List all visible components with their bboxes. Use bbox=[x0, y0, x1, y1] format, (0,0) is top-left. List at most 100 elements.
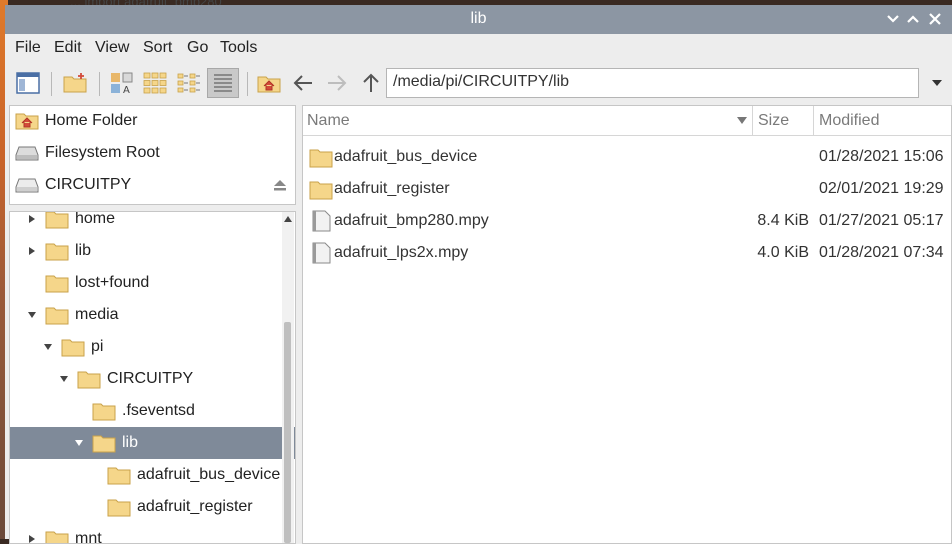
file-row[interactable]: adafruit_bmp280.mpy 8.4 KiB 01/27/2021 0… bbox=[303, 205, 951, 237]
compact-view-button[interactable] bbox=[173, 68, 205, 98]
home-folder-icon bbox=[15, 111, 39, 131]
tree-item-lib[interactable]: lib bbox=[10, 235, 295, 267]
folder-icon bbox=[45, 212, 69, 229]
tree-item-media[interactable]: media bbox=[10, 299, 295, 331]
maximize-button[interactable] bbox=[903, 9, 923, 29]
menu-go[interactable]: Go bbox=[187, 39, 208, 57]
sidebar-toggle-button[interactable] bbox=[12, 68, 44, 98]
tree-item-label: adafruit_register bbox=[137, 498, 253, 515]
tree-item-label: lost+found bbox=[75, 274, 150, 291]
window-title: lib bbox=[470, 10, 487, 27]
tree-item-home[interactable]: home bbox=[10, 212, 295, 235]
close-icon bbox=[929, 13, 941, 25]
expander-collapsed-icon[interactable] bbox=[25, 532, 39, 543]
thumbnail-view-button[interactable] bbox=[139, 68, 171, 98]
column-divider[interactable] bbox=[813, 106, 814, 135]
places-panel: Home Folder Filesystem Root CIRCUITPY bbox=[9, 105, 296, 205]
file-row[interactable]: adafruit_bus_device 01/28/2021 15:06 bbox=[303, 141, 951, 173]
tree-item-label: mnt bbox=[75, 530, 102, 544]
path-input[interactable] bbox=[387, 69, 913, 95]
eject-icon[interactable] bbox=[273, 178, 287, 197]
expander-expanded-icon[interactable] bbox=[72, 436, 86, 450]
tree-item-adafruit-register[interactable]: adafruit_register bbox=[10, 491, 295, 523]
forward-button[interactable] bbox=[321, 68, 353, 98]
new-folder-button[interactable] bbox=[59, 68, 91, 98]
expander-collapsed-icon[interactable] bbox=[25, 244, 39, 258]
path-bar[interactable] bbox=[386, 68, 919, 98]
file-row[interactable]: adafruit_lps2x.mpy 4.0 KiB 01/28/2021 07… bbox=[303, 237, 951, 269]
tree-item-fseventsd[interactable]: .fseventsd bbox=[10, 395, 295, 427]
menu-file[interactable]: File bbox=[15, 39, 41, 57]
path-history-dropdown[interactable] bbox=[921, 68, 952, 98]
expander-expanded-icon[interactable] bbox=[25, 308, 39, 322]
menu-tools[interactable]: Tools bbox=[220, 39, 257, 57]
title-bar[interactable]: lib bbox=[5, 5, 952, 34]
file-manager-window: lib File Edit View Sort Go Tools A /medi… bbox=[5, 5, 952, 544]
folder-icon bbox=[45, 243, 69, 261]
icon-view-button[interactable]: A bbox=[106, 68, 138, 98]
column-modified[interactable]: Modified bbox=[819, 112, 879, 130]
chevron-down-icon bbox=[887, 15, 899, 23]
file-modified: 01/27/2021 05:17 bbox=[819, 212, 944, 229]
column-size[interactable]: Size bbox=[758, 112, 789, 130]
place-home-folder[interactable]: Home Folder bbox=[10, 106, 295, 136]
svg-text:A: A bbox=[123, 85, 130, 95]
folder-icon bbox=[309, 149, 333, 168]
menu-view[interactable]: View bbox=[95, 39, 129, 57]
folder-icon bbox=[92, 435, 116, 453]
menu-sort[interactable]: Sort bbox=[143, 39, 172, 57]
folder-icon bbox=[45, 275, 69, 293]
close-button[interactable] bbox=[925, 9, 945, 29]
file-icon bbox=[312, 242, 331, 264]
home-button[interactable] bbox=[253, 68, 285, 98]
toolbar: A bbox=[5, 62, 952, 104]
tree-item-adafruit-bus-device[interactable]: adafruit_bus_device bbox=[10, 459, 295, 491]
menu-bar: File Edit View Sort Go Tools bbox=[5, 34, 952, 62]
sort-descending-icon[interactable] bbox=[737, 117, 747, 124]
column-divider[interactable] bbox=[752, 106, 753, 135]
tree-item-circuitpy[interactable]: CIRCUITPY bbox=[10, 363, 295, 395]
folder-icon bbox=[45, 307, 69, 325]
back-arrow-icon bbox=[293, 75, 312, 91]
expander-expanded-icon[interactable] bbox=[57, 372, 71, 386]
tree-item-mnt[interactable]: mnt bbox=[10, 523, 295, 544]
icon-view-icon: A bbox=[111, 72, 133, 95]
tree-item-label: media bbox=[75, 306, 119, 323]
tree-scrollbar-thumb[interactable] bbox=[284, 322, 291, 543]
chevron-up-icon bbox=[907, 15, 919, 23]
place-circuitpy[interactable]: CIRCUITPY bbox=[10, 170, 295, 200]
file-list: Name Size Modified adafruit_bus_device 0… bbox=[302, 105, 952, 544]
file-size: 4.0 KiB bbox=[757, 244, 809, 261]
list-view-button[interactable] bbox=[207, 68, 239, 98]
expander-expanded-icon[interactable] bbox=[41, 340, 55, 354]
tree-scrollbar[interactable] bbox=[282, 212, 294, 543]
file-row[interactable]: adafruit_register 02/01/2021 19:29 bbox=[303, 173, 951, 205]
tree-item-lib-selected[interactable]: lib bbox=[10, 427, 295, 459]
file-size: 8.4 KiB bbox=[757, 212, 809, 229]
column-name[interactable]: Name bbox=[307, 112, 350, 130]
thumbnail-view-icon bbox=[143, 72, 167, 94]
tree-item-pi[interactable]: pi bbox=[10, 331, 295, 363]
up-button[interactable] bbox=[355, 68, 387, 98]
forward-arrow-icon bbox=[328, 75, 347, 91]
file-modified: 01/28/2021 15:06 bbox=[819, 148, 944, 165]
file-name: adafruit_bus_device bbox=[334, 148, 478, 165]
folder-icon bbox=[107, 499, 131, 517]
menu-edit[interactable]: Edit bbox=[54, 39, 82, 57]
tree-item-lost-found[interactable]: lost+found bbox=[10, 267, 295, 299]
sidebar-toggle-icon bbox=[16, 72, 40, 94]
directory-tree: home lib lost+found media pi CIRCUITPY .… bbox=[9, 211, 296, 544]
up-arrow-icon bbox=[363, 73, 379, 92]
expander-collapsed-icon[interactable] bbox=[25, 212, 39, 226]
drive-icon bbox=[15, 143, 39, 163]
place-filesystem-root[interactable]: Filesystem Root bbox=[10, 138, 295, 168]
place-label: Filesystem Root bbox=[45, 144, 160, 161]
back-button[interactable] bbox=[287, 68, 319, 98]
home-icon bbox=[257, 76, 281, 93]
folder-icon bbox=[92, 403, 116, 421]
tree-item-label: CIRCUITPY bbox=[107, 370, 194, 387]
scroll-up-arrow-icon[interactable] bbox=[284, 216, 292, 222]
folder-icon bbox=[107, 467, 131, 485]
minimize-button[interactable] bbox=[883, 9, 903, 29]
drive-icon bbox=[15, 175, 39, 195]
